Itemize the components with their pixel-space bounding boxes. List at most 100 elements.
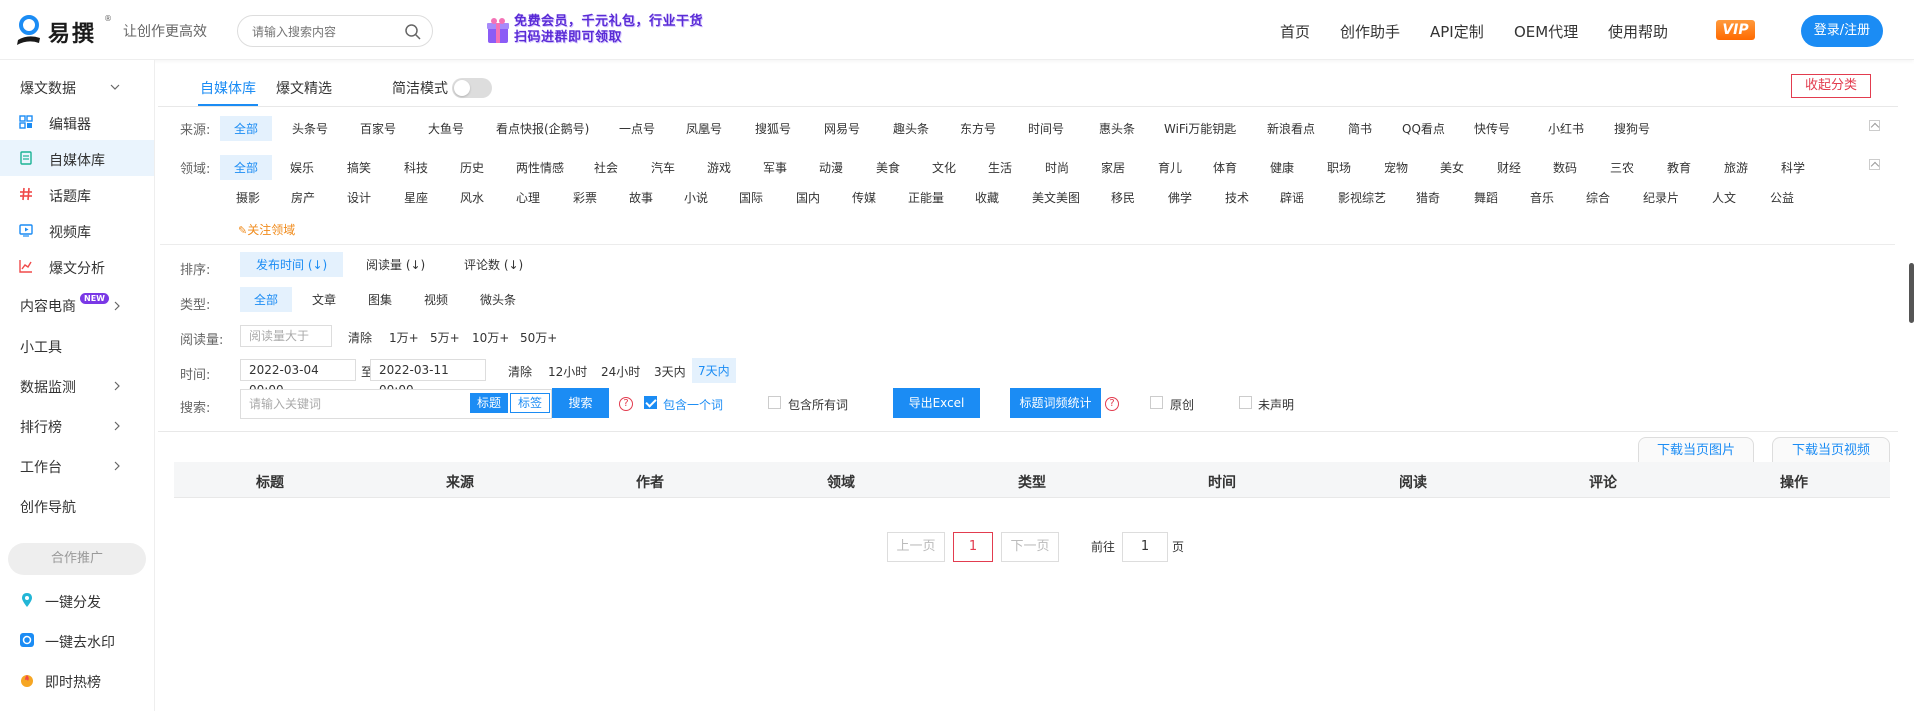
sidebar-section-baowen[interactable]: 爆文数据	[20, 78, 76, 98]
source-chip[interactable]: 时间号	[1028, 120, 1064, 137]
contain-all-checkbox[interactable]	[768, 396, 781, 409]
time-end-input[interactable]: 2022-03-11 00:00	[370, 359, 486, 397]
source-chip[interactable]: 大鱼号	[428, 120, 464, 137]
domain-r2-chip[interactable]: 公益	[1770, 189, 1794, 206]
tab-featured[interactable]: 爆文精选	[276, 78, 332, 98]
search-mode-title[interactable]: 标题	[470, 393, 508, 413]
export-excel-button[interactable]: 导出Excel	[893, 388, 980, 418]
time-clear[interactable]: 清除	[508, 363, 532, 380]
source-chip[interactable]: 快传号	[1474, 120, 1510, 137]
next-page-button[interactable]: 下一页	[1001, 532, 1059, 562]
source-chip[interactable]: 新浪看点	[1267, 120, 1315, 137]
help-icon[interactable]: ?	[1105, 397, 1119, 411]
domain-chip[interactable]: 两性情感	[516, 159, 564, 176]
domain-chip[interactable]: 历史	[460, 159, 484, 176]
domain-chip[interactable]: 教育	[1667, 159, 1691, 176]
domain-chip[interactable]: 军事	[763, 159, 787, 176]
domain-r2-chip[interactable]: 综合	[1586, 189, 1610, 206]
nav-home[interactable]: 首页	[1280, 21, 1310, 42]
sidebar-item-video-library[interactable]: 视频库	[0, 212, 154, 248]
domain-chip[interactable]: 时尚	[1045, 159, 1069, 176]
type-all[interactable]: 全部	[240, 287, 293, 312]
sort-publish-time[interactable]: 发布时间 (↓)	[240, 252, 344, 277]
reads-clear[interactable]: 清除	[348, 329, 372, 346]
time-24h[interactable]: 24小时	[601, 363, 640, 380]
domain-chip[interactable]: 汽车	[651, 159, 675, 176]
contain-one-checkbox[interactable]	[644, 396, 657, 409]
vip-badge[interactable]: VIP	[1716, 20, 1755, 40]
time-7d[interactable]: 7天内	[692, 358, 736, 383]
source-chip[interactable]: WiFi万能钥匙	[1164, 120, 1236, 137]
domain-chip[interactable]: 财经	[1497, 159, 1521, 176]
domain-r2-chip[interactable]: 美文美图	[1032, 189, 1080, 206]
search-button[interactable]: 搜索	[552, 388, 609, 418]
sidebar-section-creation-nav[interactable]: 创作导航	[20, 497, 76, 517]
domain-chip[interactable]: 家居	[1101, 159, 1125, 176]
logo-text[interactable]: 易撰	[48, 16, 96, 48]
undeclared-checkbox[interactable]	[1239, 396, 1252, 409]
domain-r2-chip[interactable]: 纪录片	[1643, 189, 1679, 206]
domain-r2-chip[interactable]: 影视综艺	[1338, 189, 1386, 206]
domain-r2-chip[interactable]: 星座	[404, 189, 428, 206]
sort-comments[interactable]: 评论数 (↓)	[464, 256, 523, 273]
current-page[interactable]: 1	[953, 532, 993, 562]
domain-r2-chip[interactable]: 佛学	[1168, 189, 1192, 206]
domain-r2-chip[interactable]: 技术	[1225, 189, 1249, 206]
reads-100k[interactable]: 10万+	[472, 329, 509, 346]
focus-domain-link[interactable]: ✎关注领域	[238, 221, 295, 238]
download-videos-button[interactable]: 下载当页视频	[1772, 437, 1890, 463]
domain-r2-chip[interactable]: 故事	[629, 189, 653, 206]
domain-chip[interactable]: 科技	[404, 159, 428, 176]
goto-page-input[interactable]: 1	[1122, 532, 1168, 562]
nav-writing-assistant[interactable]: 创作助手	[1340, 21, 1400, 42]
domain-r2-chip[interactable]: 正能量	[908, 189, 944, 206]
type-video[interactable]: 视频	[424, 291, 448, 308]
sort-reads[interactable]: 阅读量 (↓)	[366, 256, 425, 273]
domain-chip[interactable]: 美女	[1440, 159, 1464, 176]
domain-r2-chip[interactable]: 收藏	[975, 189, 999, 206]
global-search[interactable]	[237, 15, 433, 47]
source-chip[interactable]: 头条号	[292, 120, 328, 137]
scrollbar-thumb[interactable]	[1909, 263, 1914, 323]
domain-r2-chip[interactable]: 风水	[460, 189, 484, 206]
source-chip[interactable]: 凤凰号	[686, 120, 722, 137]
domain-chip[interactable]: 游戏	[707, 159, 731, 176]
sidebar-item-editor[interactable]: 编辑器	[0, 104, 154, 140]
domain-r2-chip[interactable]: 猎奇	[1416, 189, 1440, 206]
domain-r2-chip[interactable]: 舞蹈	[1474, 189, 1498, 206]
chevron-down-icon[interactable]	[110, 82, 120, 92]
title-frequency-button[interactable]: 标题词频统计	[1010, 388, 1101, 418]
source-chip[interactable]: 网易号	[824, 120, 860, 137]
simple-mode-toggle[interactable]	[452, 78, 492, 98]
domain-chip[interactable]: 社会	[594, 159, 618, 176]
source-chip[interactable]: 百家号	[360, 120, 396, 137]
source-chip[interactable]: 搜狐号	[755, 120, 791, 137]
login-register-button[interactable]: 登录/注册	[1801, 15, 1883, 47]
collapse-source-icon[interactable]	[1869, 120, 1880, 131]
domain-chip[interactable]: 娱乐	[290, 159, 314, 176]
domain-r2-chip[interactable]: 音乐	[1530, 189, 1554, 206]
domain-r2-chip[interactable]: 彩票	[573, 189, 597, 206]
source-chip[interactable]: 简书	[1348, 120, 1372, 137]
domain-r2-chip[interactable]: 国际	[739, 189, 763, 206]
source-chip[interactable]: 全部	[220, 116, 273, 141]
original-label[interactable]: 原创	[1170, 396, 1194, 413]
search-icon[interactable]	[404, 23, 422, 41]
sidebar-section-content-ecom[interactable]: 内容电商	[20, 296, 76, 316]
logo-icon[interactable]	[14, 14, 42, 46]
collapse-domain-icon[interactable]	[1869, 159, 1880, 170]
source-chip[interactable]: 小红书	[1548, 120, 1584, 137]
domain-chip[interactable]: 全部	[220, 155, 273, 180]
tab-media-library[interactable]: 自媒体库	[200, 78, 256, 98]
type-article[interactable]: 文章	[312, 291, 336, 308]
reads-50k[interactable]: 5万+	[430, 329, 460, 346]
search-mode-tag[interactable]: 标签	[510, 393, 550, 413]
prev-page-button[interactable]: 上一页	[887, 532, 945, 562]
source-chip[interactable]: QQ看点	[1402, 120, 1445, 137]
chevron-right-icon[interactable]	[112, 461, 122, 471]
nav-help[interactable]: 使用帮助	[1608, 21, 1668, 42]
collapse-categories-button[interactable]: 收起分类	[1791, 74, 1871, 98]
time-3d[interactable]: 3天内	[654, 363, 686, 380]
tool-hot-list[interactable]: 即时热榜	[0, 665, 154, 695]
domain-r2-chip[interactable]: 人文	[1712, 189, 1736, 206]
